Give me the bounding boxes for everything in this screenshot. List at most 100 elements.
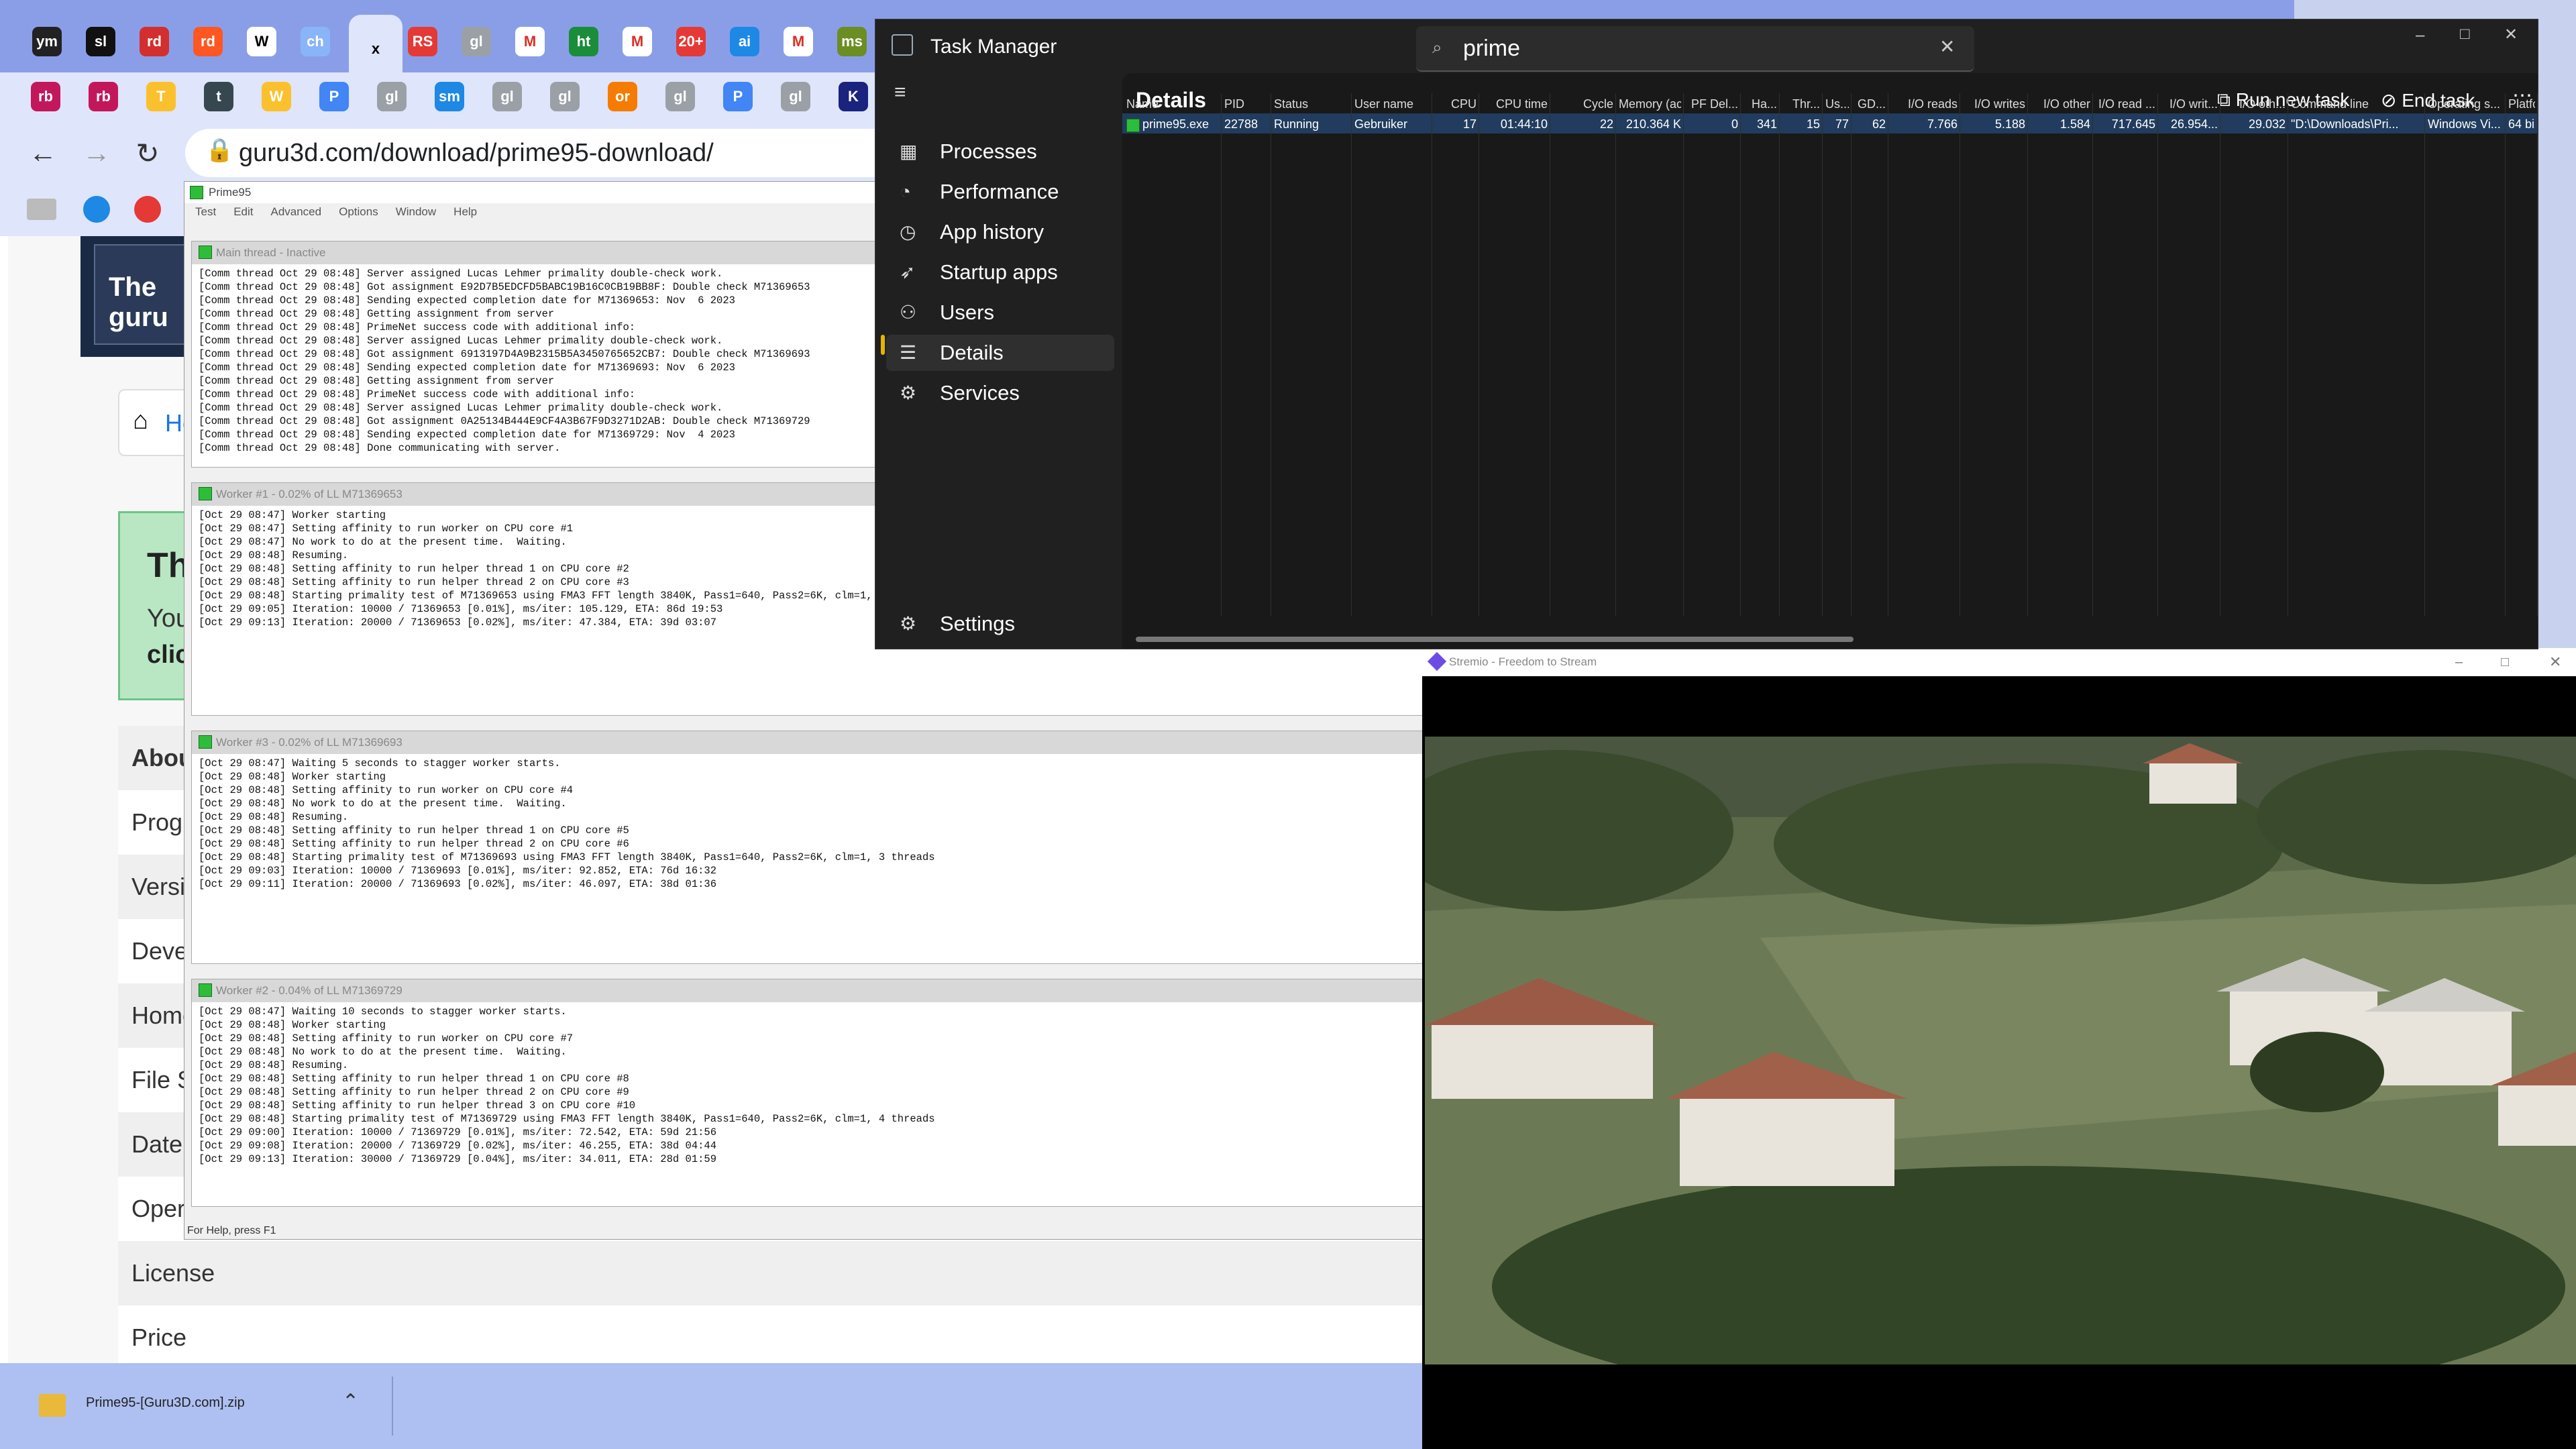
nav-details[interactable]: ☰ Details	[886, 335, 1114, 371]
reload-button[interactable]: ↻	[127, 133, 168, 173]
menu-item-advanced[interactable]: Advanced	[270, 205, 321, 219]
worker-window[interactable]: Worker #3 - 0.02% of LL M71369693 [Oct 29…	[191, 731, 1426, 964]
bookmark-icon[interactable]	[134, 196, 161, 223]
maximize-button[interactable]: □	[2460, 25, 2470, 44]
column-header[interactable]: I/O read ...	[2096, 97, 2155, 111]
menu-item-edit[interactable]: Edit	[233, 205, 253, 219]
notice-link[interactable]: clic	[147, 641, 189, 669]
nav-processes[interactable]: ▦ Processes	[886, 133, 1114, 170]
column-header[interactable]: I/O reads	[1891, 97, 1957, 111]
tab-14[interactable]: M	[778, 19, 818, 64]
tab-13[interactable]: ai	[724, 19, 765, 64]
forward-button[interactable]: →	[76, 133, 117, 173]
column-header[interactable]: Us...	[1825, 97, 1849, 111]
worker-window[interactable]: Worker #2 - 0.04% of LL M71369729 [Oct 29…	[191, 979, 1426, 1207]
clear-search-button[interactable]: ✕	[1939, 36, 1955, 58]
pinned-bookmark-icon[interactable]: gl	[665, 82, 695, 111]
search-input[interactable]: ⌕ prime ✕	[1416, 26, 1974, 72]
pinned-bookmark-icon[interactable]: gl	[550, 82, 580, 111]
gear-icon: ⚙	[900, 613, 917, 634]
tab-3[interactable]: rd	[188, 19, 228, 64]
task-manager-icon	[892, 34, 913, 56]
pinned-bookmark-icon[interactable]: or	[608, 82, 637, 111]
table-cell: 17	[1462, 117, 1477, 131]
bookmark-icon[interactable]	[83, 196, 110, 223]
pinned-bookmark-icon[interactable]: P	[319, 82, 349, 111]
log-line: [Oct 29 08:48] No work to do at the pres…	[199, 1046, 567, 1058]
pinned-bookmark-icon[interactable]: K	[839, 82, 868, 111]
video-frame[interactable]	[1425, 737, 2576, 1364]
pinned-bookmark-icon[interactable]: rb	[89, 82, 118, 111]
chevron-up-icon[interactable]: ⌃	[342, 1390, 359, 1413]
column-header[interactable]: Platfo	[2508, 97, 2535, 111]
tab-4[interactable]: W	[241, 19, 282, 64]
maximize-button[interactable]: □	[2501, 648, 2509, 676]
pinned-bookmark-icon[interactable]: T	[146, 82, 176, 111]
column-header[interactable]: I/O writ...	[2161, 97, 2218, 111]
column-header[interactable]: Status	[1274, 97, 1349, 111]
column-header[interactable]: PF Del...	[1686, 97, 1738, 111]
nav-performance[interactable]: ◔ Performance	[886, 174, 1114, 210]
menu-item-options[interactable]: Options	[339, 205, 378, 219]
column-header[interactable]: Memory (ac...	[1619, 97, 1681, 111]
minimize-button[interactable]: –	[2455, 648, 2463, 676]
column-header[interactable]: User name	[1354, 97, 1430, 111]
column-header[interactable]: CPU time	[1482, 97, 1548, 111]
prime95-process-icon	[1126, 119, 1140, 132]
tab-favicon-icon: RS	[408, 27, 437, 56]
pinned-bookmark-icon[interactable]: W	[262, 82, 291, 111]
pinned-bookmark-icon[interactable]: gl	[377, 82, 407, 111]
close-button[interactable]: ✕	[2549, 648, 2561, 676]
tab-5[interactable]: ch	[295, 19, 335, 64]
tab-2[interactable]: rd	[134, 19, 174, 64]
nav-users[interactable]: ⚇ Users	[886, 294, 1114, 331]
nav-settings-label: Settings	[940, 612, 1016, 635]
menu-item-window[interactable]: Window	[396, 205, 436, 219]
pinned-bookmark-icon[interactable]: P	[723, 82, 753, 111]
column-header[interactable]: GD...	[1854, 97, 1886, 111]
tab-8[interactable]: gl	[456, 19, 496, 64]
tab-12[interactable]: 20+	[671, 19, 711, 64]
download-filename[interactable]: Prime95-[Guru3D.com].zip	[86, 1395, 245, 1411]
pinned-bookmark-icon[interactable]: rb	[31, 82, 60, 111]
home-icon[interactable]: ⌂	[133, 407, 148, 435]
column-header[interactable]: Command line	[2291, 97, 2422, 111]
tab-15[interactable]: ms	[832, 19, 872, 64]
pinned-bookmark-icon[interactable]: gl	[781, 82, 810, 111]
pinned-bookmark-icon[interactable]: gl	[492, 82, 522, 111]
tab-7[interactable]: RS	[402, 19, 443, 64]
apps-icon[interactable]	[27, 199, 56, 220]
pinned-bookmark-icon[interactable]: t	[204, 82, 233, 111]
column-header[interactable]: PID	[1224, 97, 1269, 111]
horizontal-scrollbar[interactable]	[1136, 637, 1854, 642]
nav-settings[interactable]: ⚙ Settings	[886, 606, 1114, 642]
column-divider	[1822, 93, 1823, 616]
column-header[interactable]: I/O other	[2031, 97, 2090, 111]
nav-services[interactable]: ⚙ Services	[886, 375, 1114, 411]
column-header[interactable]: Name	[1126, 97, 1219, 111]
nav-app-history[interactable]: ◷ App history	[886, 214, 1114, 250]
column-header[interactable]: Cycle	[1553, 97, 1613, 111]
pinned-bookmark-icon[interactable]: sm	[435, 82, 464, 111]
tab-9[interactable]: M	[510, 19, 550, 64]
column-divider	[2505, 93, 2506, 616]
tab-11[interactable]: M	[617, 19, 657, 64]
column-header[interactable]: I/O writes	[1963, 97, 2025, 111]
nav-startup-apps[interactable]: ➶ Startup apps	[886, 254, 1114, 290]
tab-0[interactable]: ym	[27, 19, 67, 64]
column-header[interactable]: Ha...	[1743, 97, 1777, 111]
hamburger-menu-icon[interactable]: ≡	[894, 81, 906, 104]
tab-1[interactable]: sl	[80, 19, 121, 64]
column-header[interactable]: Operating s...	[2428, 97, 2503, 111]
minimize-button[interactable]: –	[2416, 26, 2424, 45]
menu-item-test[interactable]: Test	[195, 205, 216, 219]
back-button[interactable]: ←	[23, 133, 63, 173]
worker-titlebar: Worker #2 - 0.04% of LL M71369729	[192, 979, 1425, 1002]
close-button[interactable]: ✕	[2504, 25, 2518, 44]
column-header[interactable]: I/O oth...	[2223, 97, 2286, 111]
column-header[interactable]: CPU	[1435, 97, 1477, 111]
column-header[interactable]: Thr...	[1782, 97, 1820, 111]
log-line: [Oct 29 08:48] Setting affinity to run w…	[199, 1032, 574, 1044]
tab-10[interactable]: ht	[564, 19, 604, 64]
menu-item-help[interactable]: Help	[453, 205, 477, 219]
